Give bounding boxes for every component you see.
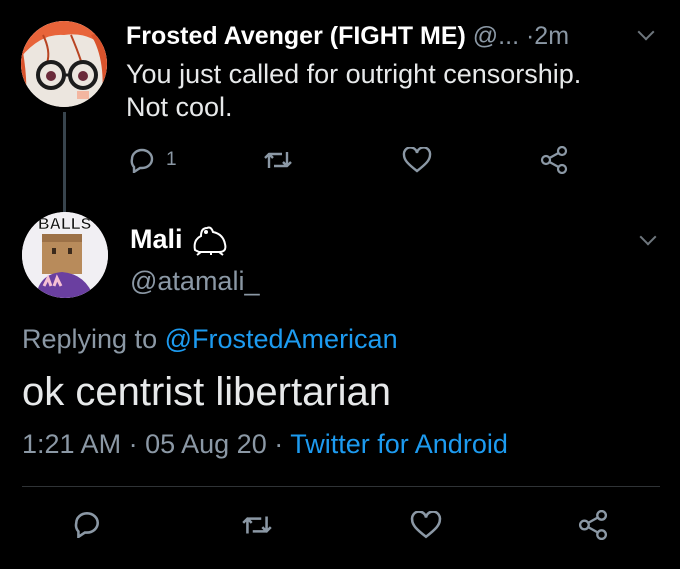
avatar-frosted-avenger[interactable] — [21, 21, 107, 107]
like-icon — [402, 147, 432, 173]
tweet1-time[interactable]: 2m — [534, 22, 569, 50]
tweet1-like-button[interactable] — [402, 147, 432, 173]
frog-icon — [193, 226, 226, 256]
reply-icon — [130, 148, 154, 173]
meta-separator: · — [274, 429, 284, 459]
replying-to-line: Replying to @FrostedAmerican — [22, 324, 398, 355]
tweet2-like-button[interactable] — [410, 511, 442, 539]
tweet2-display-name-row[interactable]: Mali — [130, 222, 229, 256]
tweet1-display-name[interactable]: Frosted Avenger (FIGHT ME) — [126, 22, 466, 50]
chevron-down-icon[interactable] — [639, 228, 657, 246]
tweet1-reply-button[interactable]: 1 — [128, 147, 177, 173]
tweet2-client[interactable]: Twitter for Android — [290, 429, 508, 459]
tweet2-retweet-button[interactable] — [240, 512, 274, 538]
chevron-down-icon[interactable] — [637, 23, 655, 41]
tweet2-handle[interactable]: @atamali_ — [130, 266, 259, 297]
meta-separator: · — [128, 429, 138, 459]
tweet1-retweet-button[interactable] — [262, 148, 294, 172]
thread-connector-line — [63, 112, 66, 217]
avatar-anime-girl-image — [21, 21, 107, 107]
tweet1-text-line2: Not cool. — [126, 92, 233, 122]
tweet1-share-button[interactable] — [540, 146, 568, 174]
tweet1-text: You just called for outright censorship.… — [126, 58, 646, 124]
tweet2-date[interactable]: 05 Aug 20 — [145, 429, 267, 459]
tweet2-text: ok centrist libertarian — [22, 370, 392, 414]
replying-to-link[interactable]: @FrostedAmerican — [165, 324, 398, 354]
reply-icon — [74, 511, 99, 538]
replying-to-prefix: Replying to — [22, 324, 158, 354]
divider — [22, 486, 660, 487]
tweet1-handle[interactable]: @... — [473, 22, 519, 50]
share-icon — [540, 146, 568, 174]
retweet-icon — [264, 152, 292, 168]
tweet2-time[interactable]: 1:21 AM — [22, 429, 121, 459]
like-icon — [410, 511, 442, 539]
avatar-mali[interactable]: BALLS — [22, 212, 108, 298]
tweet2-display-name[interactable]: Mali — [130, 224, 183, 255]
share-icon — [578, 510, 608, 540]
tweet2-reply-button[interactable] — [72, 510, 102, 538]
avatar-cardboard-box-image: BALLS — [22, 212, 108, 298]
avatar-logo-text: BALLS — [38, 216, 92, 233]
tweet2-share-button[interactable] — [578, 510, 608, 540]
tweet1-header: Frosted Avenger (FIGHT ME) @... ·2m — [126, 20, 569, 52]
tweet1-reply-count: 1 — [166, 149, 177, 170]
retweet-icon — [242, 516, 272, 534]
tweet2-meta: 1:21 AM · 05 Aug 20 · Twitter for Androi… — [22, 429, 508, 460]
tweet1-text-line1: You just called for outright censorship. — [126, 59, 582, 89]
